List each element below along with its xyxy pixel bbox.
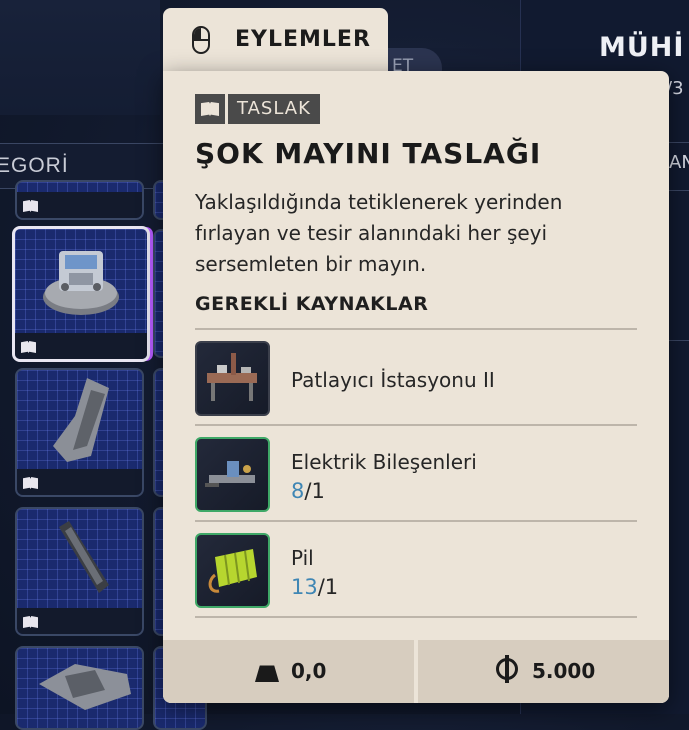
book-icon: [23, 200, 38, 212]
item-tooltip-card: TASLAK ŞOK MAYINI TASLAĞI Yaklaşıldığınd…: [163, 71, 669, 703]
actions-tab-label: EYLEMLER: [235, 27, 371, 52]
resource-need-count: /1: [317, 575, 339, 599]
item-type-label: TASLAK: [228, 94, 320, 124]
item-description: Yaklaşıldığında tetiklenerek yerinden fı…: [195, 190, 563, 276]
resource-have-count: 13: [291, 575, 318, 599]
book-icon: [195, 94, 225, 124]
mouse-icon: [192, 26, 210, 54]
item-footer: 0,0 5.000: [163, 640, 669, 703]
resource-name: Elektrik Bileşenleri: [291, 450, 477, 474]
right-panel-title: MÜHİ: [599, 32, 685, 63]
item-weight: 0,0: [291, 659, 327, 683]
resource-thumbnail: [195, 533, 270, 608]
divider: [195, 616, 637, 618]
inventory-slot[interactable]: [15, 507, 144, 636]
item-title: ŞOK MAYINI TASLAĞI: [195, 137, 542, 170]
coin-icon: [496, 655, 518, 683]
explosives-station-image: [207, 353, 257, 401]
item-image: [39, 664, 131, 710]
resource-row: Pil 13/1: [195, 533, 637, 627]
item-image: [59, 521, 109, 593]
divider: [195, 424, 637, 426]
inventory-slot[interactable]: [15, 646, 144, 730]
electrical-components-image: [205, 461, 255, 487]
resource-name: Patlayıcı İstasyonu II: [291, 368, 495, 392]
inventory-slot[interactable]: [15, 368, 144, 497]
actions-tab[interactable]: EYLEMLER: [163, 8, 388, 78]
resource-thumbnail: [195, 341, 270, 416]
resource-name: Pil: [291, 546, 314, 570]
resource-row: Patlayıcı İstasyonu II: [195, 341, 637, 435]
battery-image: [208, 549, 257, 593]
resource-row: Elektrik Bileşenleri 8/1: [195, 437, 637, 531]
weight-cell: 0,0: [163, 640, 414, 703]
divider: [195, 520, 637, 522]
item-price: 5.000: [532, 659, 596, 683]
inventory-slot[interactable]: [15, 180, 144, 220]
top-strip: [0, 0, 160, 115]
shock-mine-image: [43, 251, 119, 315]
price-cell: 5.000: [418, 640, 669, 703]
resource-thumbnail: [195, 437, 270, 512]
item-type-badge: TASLAK: [195, 94, 320, 124]
resource-count: 8/1: [291, 479, 325, 503]
inventory-slot-selected[interactable]: [12, 226, 150, 362]
required-resources-title: GEREKLİ KAYNAKLAR: [195, 293, 429, 315]
right-panel-label: AN: [669, 152, 689, 173]
categories-label: EGORİ: [0, 154, 69, 177]
item-image: [53, 378, 109, 462]
weight-icon: [255, 665, 279, 682]
divider: [195, 328, 637, 330]
resource-have-count: 8: [291, 479, 305, 503]
resource-count: 13/1: [291, 575, 338, 599]
resource-need-count: /1: [304, 479, 325, 503]
